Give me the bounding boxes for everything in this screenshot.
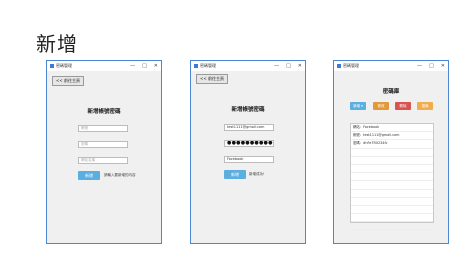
- maximize-icon[interactable]: □: [429, 61, 434, 71]
- list-item-empty[interactable]: [351, 157, 433, 165]
- close-icon[interactable]: ✕: [154, 61, 158, 71]
- site-name-input[interactable]: 網站名稱: [78, 157, 128, 164]
- list-item-empty[interactable]: [351, 206, 433, 215]
- list-item-empty[interactable]: [351, 165, 433, 174]
- site-name-input[interactable]: Facebook: [224, 156, 274, 163]
- account-input[interactable]: test1111@gmail.com: [224, 124, 274, 131]
- list-item-empty[interactable]: [351, 214, 433, 223]
- maximize-icon[interactable]: □: [286, 61, 291, 71]
- list-item-empty[interactable]: [351, 149, 433, 157]
- close-icon[interactable]: ✕: [441, 61, 445, 71]
- window-title: 密碼管理: [200, 63, 216, 68]
- list-item-empty[interactable]: [351, 198, 433, 206]
- titlebar: 密碼管理 — □ ✕: [47, 61, 161, 71]
- hint-text: 請輸入要新增的內容: [104, 173, 136, 177]
- titlebar: 密碼管理 — □ ✕: [191, 61, 305, 71]
- window-add-filled: 密碼管理 — □ ✕ << 前往主頁 新增帳號密碼 test1111@gmail…: [190, 60, 306, 244]
- minimize-icon[interactable]: —: [130, 61, 135, 71]
- list-item[interactable]: 網站：Facebook: [351, 124, 433, 133]
- list-item[interactable]: 密碼：dhFe7R0234fc: [351, 140, 433, 149]
- edit-button[interactable]: 修改: [373, 102, 389, 110]
- list-item[interactable]: 帳號：test1111@gmail.com: [351, 132, 433, 141]
- window-title: 密碼管理: [56, 63, 72, 68]
- delete-button[interactable]: 刪除: [395, 102, 411, 110]
- search-button[interactable]: 搜尋: [417, 102, 433, 110]
- minimize-icon[interactable]: —: [274, 61, 279, 71]
- back-to-home-button[interactable]: << 前往主頁: [196, 74, 228, 84]
- add-submit-button[interactable]: 新增: [224, 170, 246, 179]
- app-icon: [194, 64, 198, 68]
- list-item-empty[interactable]: [351, 222, 433, 231]
- minimize-icon[interactable]: —: [417, 61, 422, 71]
- add-button[interactable]: 新增 ▾: [350, 102, 366, 110]
- success-text: 新增成功!: [249, 172, 265, 176]
- password-list: 網站：Facebook 帳號：test1111@gmail.com 密碼：dhF…: [350, 123, 434, 231]
- titlebar: 密碼管理 — □ ✕: [334, 61, 448, 71]
- password-input[interactable]: 密碼: [78, 141, 128, 148]
- window-title: 密碼管理: [343, 63, 359, 68]
- slide-title: 新增: [36, 32, 78, 56]
- page-heading: 密碼庫: [382, 89, 400, 95]
- page-heading: 新增帳號密碼: [87, 109, 121, 115]
- app-icon: [50, 64, 54, 68]
- maximize-icon[interactable]: □: [142, 61, 147, 71]
- window-add-empty: 密碼管理 — □ ✕ << 前往主頁 新增帳號密碼 帳號 密碼 網站名稱 新增 …: [46, 60, 162, 244]
- list-item-empty[interactable]: [351, 190, 433, 198]
- list-item-empty[interactable]: [351, 181, 433, 190]
- app-icon: [337, 64, 341, 68]
- password-input[interactable]: ●●●●●●●●●●●●●●●●: [224, 140, 274, 147]
- add-submit-button[interactable]: 新增: [78, 171, 100, 180]
- window-password-vault: 密碼管理 — □ ✕ 密碼庫 新增 ▾ 修改 刪除 搜尋 網站：Facebook…: [333, 60, 449, 244]
- close-icon[interactable]: ✕: [298, 61, 302, 71]
- page-heading: 新增帳號密碼: [231, 107, 265, 113]
- account-input[interactable]: 帳號: [78, 125, 128, 132]
- back-to-home-button[interactable]: << 前往主頁: [52, 76, 84, 86]
- list-item-empty[interactable]: [351, 173, 433, 182]
